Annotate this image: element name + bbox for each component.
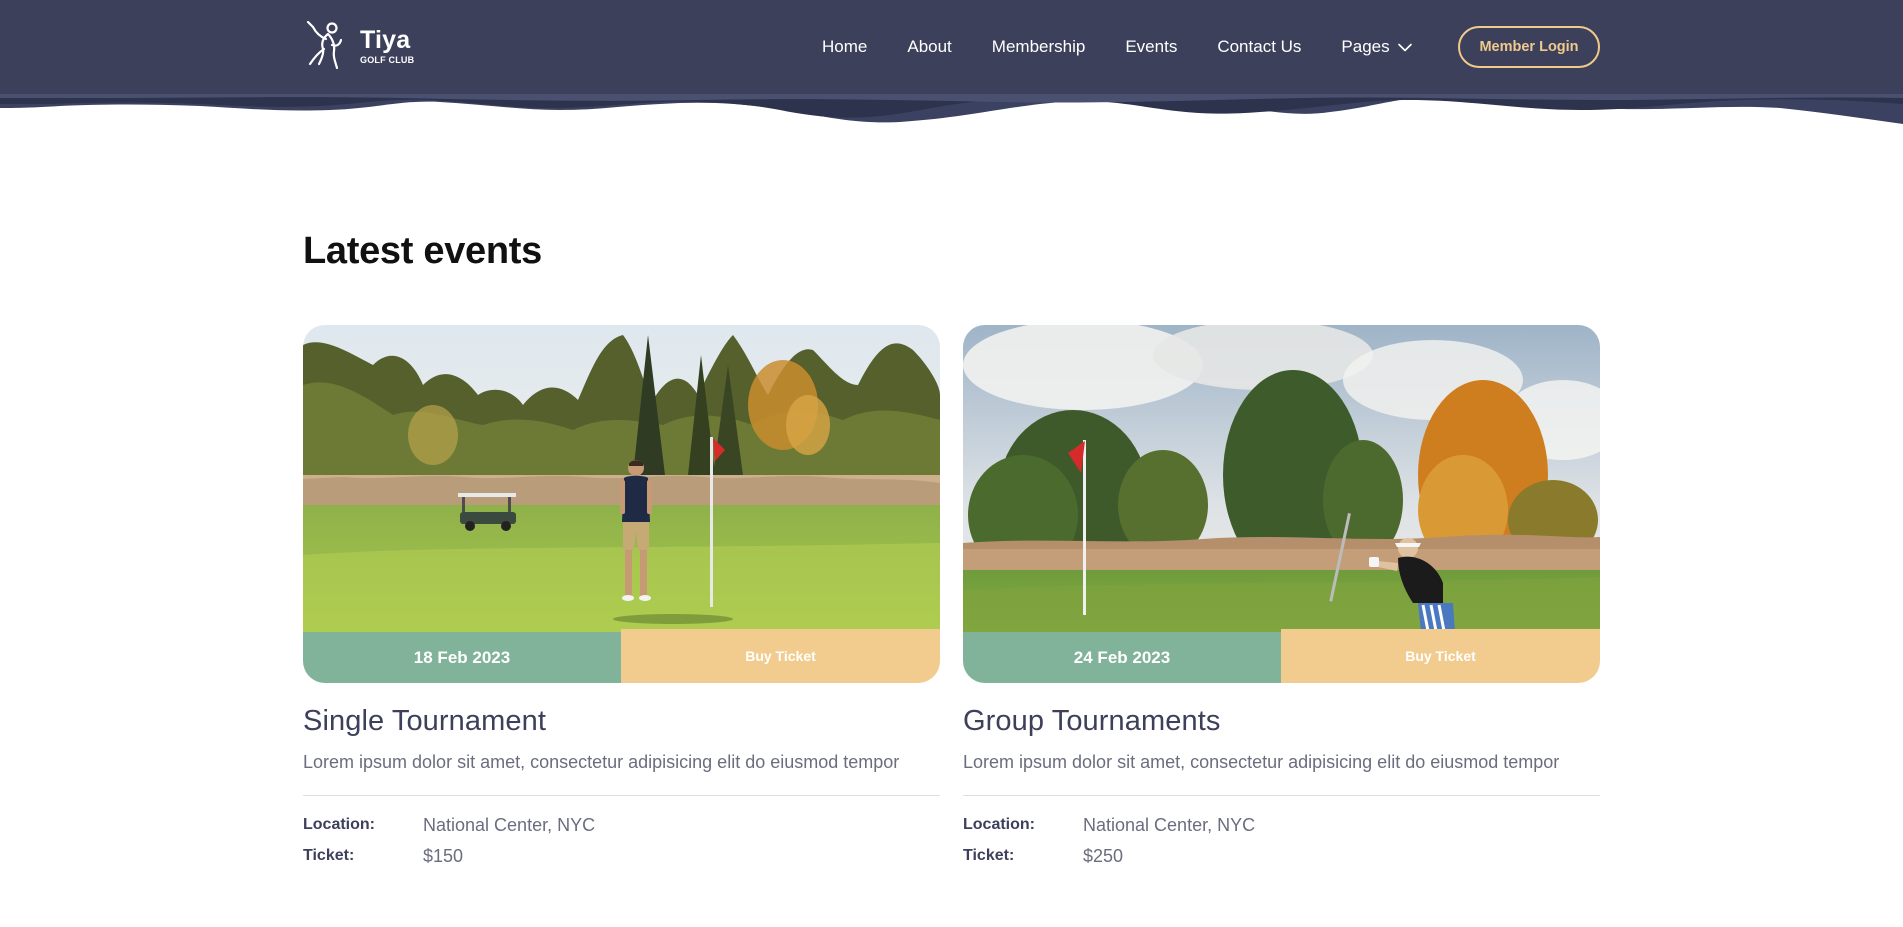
event-card-bar: 24 Feb 2023 Buy Ticket	[963, 629, 1600, 683]
event-meta: Location: National Center, NYC Ticket: $…	[303, 814, 940, 867]
nav-link-membership[interactable]: Membership	[992, 37, 1086, 57]
brand-name: Tiya	[360, 25, 411, 54]
main-nav: Home About Membership Events Contact Us …	[822, 26, 1452, 68]
ticket-price: $150	[423, 846, 464, 866]
divider	[303, 795, 940, 796]
nav-link-contact-us[interactable]: Contact Us	[1217, 37, 1301, 57]
event-card: 24 Feb 2023 Buy Ticket Group Tournaments…	[963, 325, 1600, 867]
event-description: Lorem ipsum dolor sit amet, consectetur …	[303, 752, 900, 772]
event-card-media: 18 Feb 2023 Buy Ticket	[303, 325, 940, 683]
event-date-badge: 18 Feb 2023	[303, 632, 621, 683]
section-title: Latest events	[303, 230, 542, 272]
divider	[963, 795, 1600, 796]
event-title[interactable]: Group Tournaments	[963, 705, 1600, 738]
member-login-button[interactable]: Member Login	[1458, 26, 1600, 68]
location-label: Location:	[303, 816, 375, 833]
event-card-media: 24 Feb 2023 Buy Ticket	[963, 325, 1600, 683]
event-date-badge: 24 Feb 2023	[963, 632, 1281, 683]
event-title[interactable]: Single Tournament	[303, 705, 940, 738]
golfer-icon	[306, 20, 343, 70]
nav-link-pages-label: Pages	[1341, 37, 1390, 56]
brand-logo[interactable]: Tiya GOLF CLUB	[304, 20, 414, 72]
location-label: Location:	[963, 816, 1035, 833]
event-card: 18 Feb 2023 Buy Ticket Single Tournament…	[303, 325, 940, 867]
location-value: National Center, NYC	[423, 815, 596, 835]
ticket-label: Ticket:	[963, 847, 1015, 864]
buy-ticket-button[interactable]: Buy Ticket	[1281, 629, 1600, 683]
event-meta: Location: National Center, NYC Ticket: $…	[963, 814, 1600, 867]
event-card-bar: 18 Feb 2023 Buy Ticket	[303, 629, 940, 683]
location-value: National Center, NYC	[1083, 815, 1256, 835]
nav-link-events[interactable]: Events	[1125, 37, 1177, 57]
nav-link-about[interactable]: About	[907, 37, 951, 57]
site-header: Tiya GOLF CLUB Home About Membership Eve…	[0, 0, 1903, 124]
chevron-down-icon	[1397, 43, 1412, 51]
event-photo-golfer-on-green[interactable]	[303, 325, 940, 632]
buy-ticket-button[interactable]: Buy Ticket	[621, 629, 940, 683]
event-photo-golfer-crouching[interactable]	[963, 325, 1600, 632]
ticket-label: Ticket:	[303, 847, 355, 864]
ticket-price: $250	[1083, 846, 1124, 866]
nav-dropdown-pages[interactable]: Pages	[1341, 37, 1412, 57]
brand-text: Tiya GOLF CLUB	[360, 25, 415, 65]
nav-link-home[interactable]: Home	[822, 37, 867, 57]
brand-subtitle: GOLF CLUB	[360, 54, 415, 65]
event-description: Lorem ipsum dolor sit amet, consectetur …	[963, 752, 1560, 772]
